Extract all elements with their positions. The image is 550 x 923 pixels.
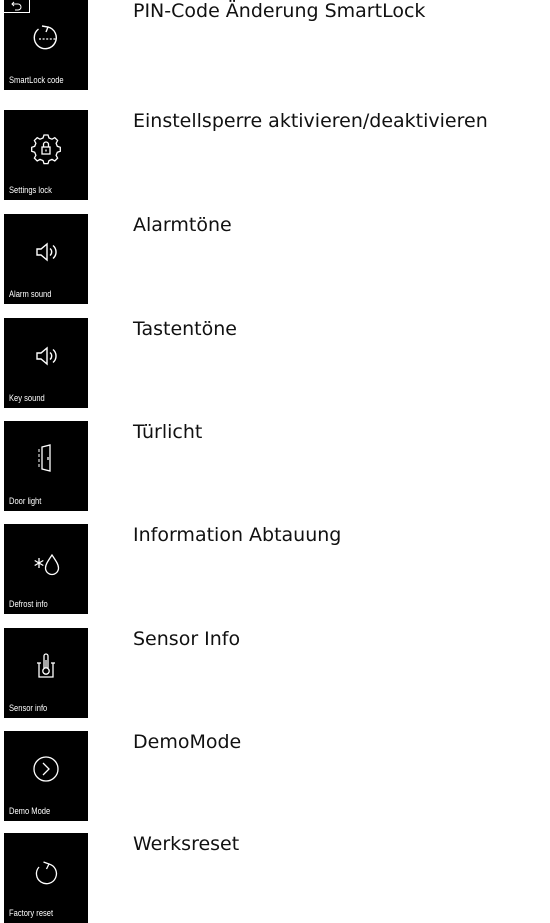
thermometer-icon: [26, 646, 66, 686]
tile-label: Door light: [9, 496, 42, 506]
menu-row-door-light: Door light Türlicht: [4, 421, 550, 511]
tile-label: Settings lock: [9, 185, 52, 195]
back-arrow-icon: [11, 1, 22, 11]
speaker-icon: [26, 336, 66, 376]
row-description: Alarmtöne: [133, 214, 232, 236]
row-description: PIN-Code Änderung SmartLock: [133, 0, 426, 22]
row-description: Werksreset: [133, 833, 240, 855]
menu-row-factory-reset: Factory reset Werksreset: [4, 833, 550, 923]
menu-row-settings-lock: Settings lock Einstellsperre aktivieren/…: [4, 110, 550, 200]
demo-mode-icon: [26, 749, 66, 789]
settings-lock-icon: [26, 128, 66, 168]
menu-row-key-sound: Key sound Tastentöne: [4, 318, 550, 408]
row-description: Tastentöne: [133, 318, 237, 340]
tile-defrost-info[interactable]: Defrost info: [4, 524, 88, 614]
tile-label: Key sound: [9, 393, 45, 403]
tile-key-sound[interactable]: Key sound: [4, 318, 88, 408]
tile-label: Defrost info: [9, 599, 48, 609]
menu-row-sensor-info: Sensor info Sensor Info: [4, 628, 550, 718]
menu-row-demo-mode: Demo Mode DemoMode: [4, 731, 550, 821]
tile-label: SmartLock code: [9, 75, 64, 85]
row-description: Sensor Info: [133, 628, 241, 650]
defrost-icon: [26, 542, 66, 582]
tile-label: Alarm sound: [9, 289, 52, 299]
tile-smartlock-code[interactable]: SmartLock code: [4, 0, 88, 90]
smartlock-icon: [26, 18, 66, 58]
tile-label: Sensor info: [9, 703, 48, 713]
tile-sensor-info[interactable]: Sensor info: [4, 628, 88, 718]
menu-row-alarm-sound: Alarm sound Alarmtöne: [4, 214, 550, 304]
tile-factory-reset[interactable]: Factory reset: [4, 833, 88, 923]
menu-row-defrost-info: Defrost info Information Abtauung: [4, 524, 550, 614]
row-description: DemoMode: [133, 731, 242, 753]
row-description: Information Abtauung: [133, 524, 342, 546]
tile-door-light[interactable]: Door light: [4, 421, 88, 511]
tile-label: Factory reset: [9, 908, 54, 918]
tile-demo-mode[interactable]: Demo Mode: [4, 731, 88, 821]
speaker-icon: [26, 232, 66, 272]
tile-settings-lock[interactable]: Settings lock: [4, 110, 88, 200]
back-button[interactable]: [4, 0, 30, 13]
menu-row-smartlock-code: SmartLock code PIN-Code Änderung SmartLo…: [4, 0, 550, 90]
tile-label: Demo Mode: [9, 806, 51, 816]
row-description: Einstellsperre aktivieren/deaktivieren: [133, 110, 488, 132]
factory-reset-icon: [26, 851, 66, 891]
row-description: Türlicht: [133, 421, 203, 443]
door-light-icon: [26, 439, 66, 479]
tile-alarm-sound[interactable]: Alarm sound: [4, 214, 88, 304]
